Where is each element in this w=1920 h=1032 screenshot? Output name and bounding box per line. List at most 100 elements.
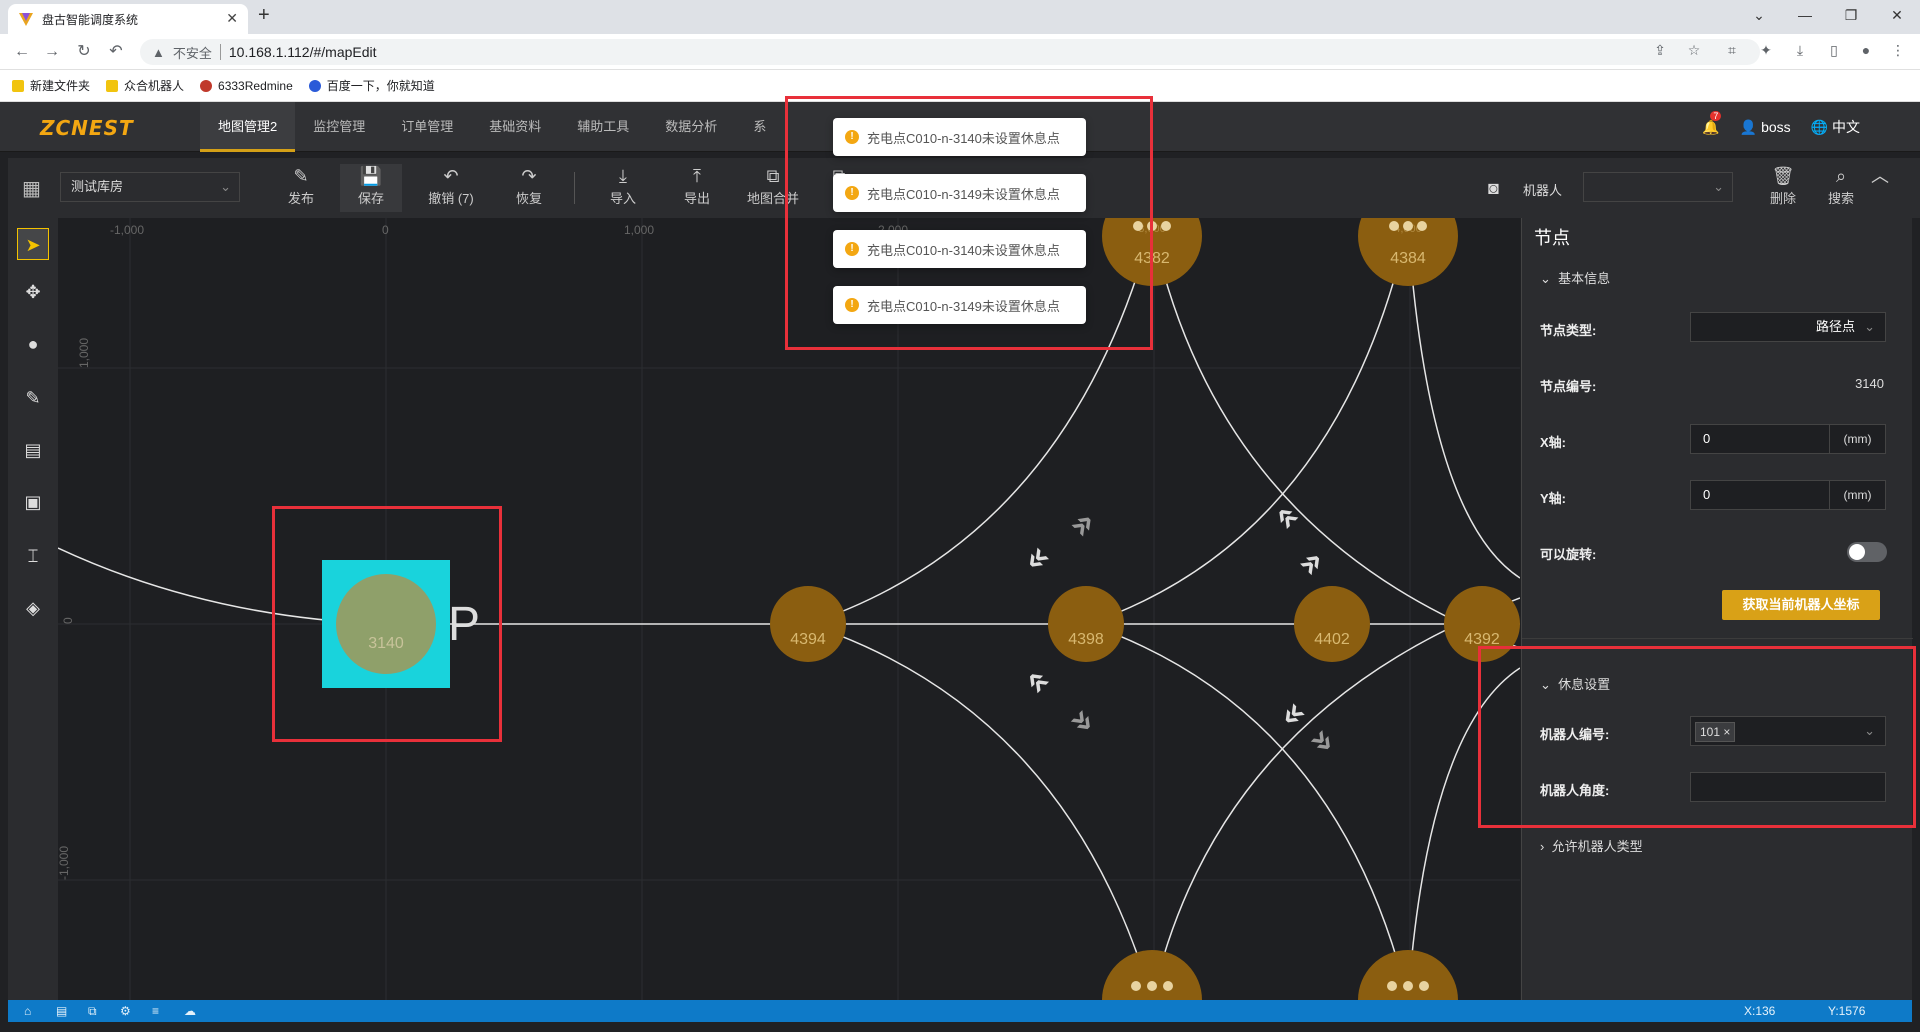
- menu-map-management[interactable]: 地图管理2: [200, 102, 296, 152]
- select-pointer-icon[interactable]: ➤: [17, 228, 49, 260]
- menu-orders[interactable]: 订单管理: [383, 102, 471, 152]
- x-axis-value: 0: [1703, 431, 1711, 446]
- warehouse-icon[interactable]: ⌂: [24, 1004, 31, 1018]
- x-axis-label: X轴:: [1540, 435, 1567, 450]
- collapse-button[interactable]: ︿: [1860, 164, 1900, 212]
- bookmark-item[interactable]: 新建文件夹: [12, 77, 90, 94]
- user-menu[interactable]: 👤 boss: [1740, 119, 1791, 136]
- section-label: 允许机器人类型: [1551, 839, 1643, 854]
- grid-area-icon[interactable]: ▤: [17, 434, 49, 466]
- status-bar: ⌂ ▤ ⧉ ⚙ ≡ ☁ X:136 Y:1576: [8, 1000, 1912, 1022]
- shelf-icon[interactable]: ▣: [17, 486, 49, 518]
- undo-label: 撤销 (7): [428, 191, 474, 206]
- redo-button[interactable]: ↷ 恢复: [498, 164, 560, 212]
- globe-icon: 🌐: [1810, 119, 1829, 135]
- bookmark-star-icon[interactable]: ☆: [1684, 42, 1704, 62]
- bookmark-item[interactable]: 众合机器人: [106, 77, 184, 94]
- language-switch[interactable]: 🌐 中文: [1811, 117, 1860, 137]
- node-circle-icon[interactable]: ●: [17, 328, 49, 360]
- cloud-icon[interactable]: ☁: [184, 1004, 196, 1018]
- node-type-select[interactable]: 路径点 ⌄: [1690, 312, 1886, 342]
- extensions-icon[interactable]: ✦: [1756, 42, 1776, 62]
- import-button[interactable]: ⤓ 导入: [592, 164, 654, 212]
- notification-badge: 7: [1710, 110, 1722, 121]
- logo: ZCNEST: [40, 116, 134, 140]
- y-axis-input[interactable]: 0 (mm): [1690, 480, 1886, 510]
- path-arrow-icon: »: [1060, 502, 1105, 547]
- node-dot: [1403, 221, 1413, 231]
- unit-label: (mm): [1829, 481, 1885, 509]
- browser-tab[interactable]: 盘古智能调度系统 ✕: [8, 4, 248, 34]
- save-button[interactable]: 💾 保存: [340, 164, 402, 212]
- back-icon[interactable]: ←: [10, 40, 34, 64]
- section-divider: [1522, 638, 1913, 639]
- bell-icon[interactable]: 🔔 7: [1702, 110, 1722, 136]
- crop-icon[interactable]: ⌗: [1722, 42, 1742, 62]
- move-icon[interactable]: ✥: [17, 276, 49, 308]
- menu-basic-data[interactable]: 基础资料: [471, 102, 559, 152]
- download-icon[interactable]: ⤓: [1790, 42, 1810, 62]
- restore-icon[interactable]: ❐: [1828, 0, 1874, 30]
- sidepanel-icon[interactable]: ▯: [1824, 42, 1844, 62]
- menu-aux-tools[interactable]: 辅助工具: [559, 102, 647, 152]
- undo-icon: ↶: [443, 166, 459, 186]
- node-type-label: 节点类型:: [1540, 323, 1597, 338]
- robot-select[interactable]: ⌄: [1583, 172, 1733, 202]
- home-icon[interactable]: ↶: [104, 40, 128, 64]
- layers-icon[interactable]: ⧉: [88, 1004, 97, 1019]
- share-icon[interactable]: ⇪: [1650, 42, 1670, 62]
- minimize-icon[interactable]: —: [1782, 0, 1828, 30]
- y-tick: -1,000: [58, 846, 71, 880]
- pen-path-icon[interactable]: ✎: [17, 382, 49, 414]
- profile-icon[interactable]: ●: [1856, 42, 1876, 62]
- menu-data-analysis[interactable]: 数据分析: [647, 102, 735, 152]
- bookmark-label: 6333Redmine: [218, 78, 293, 93]
- allowed-robot-types-section[interactable]: › 允许机器人类型: [1540, 836, 1643, 855]
- path-arrow-icon: »: [1060, 698, 1105, 743]
- rotate-toggle[interactable]: [1847, 542, 1887, 562]
- omnibox[interactable]: ▲ 不安全 10.168.1.112/#/mapEdit: [140, 39, 1760, 65]
- node-dot: [1147, 981, 1157, 991]
- shape-tool-icon[interactable]: ◈: [17, 592, 49, 624]
- publish-button[interactable]: ✎ 发布: [270, 164, 332, 212]
- map-node[interactable]: [1294, 586, 1370, 662]
- basic-info-section[interactable]: ⌄ 基本信息: [1540, 268, 1610, 287]
- delete-button[interactable]: 🗑 删除: [1752, 164, 1814, 212]
- node-dot: [1163, 981, 1173, 991]
- redmine-icon: [200, 79, 213, 92]
- export-button[interactable]: ⤒ 导出: [666, 164, 728, 212]
- bookmark-item[interactable]: 6333Redmine: [200, 79, 293, 93]
- bookmark-item[interactable]: 百度一下，你就知道: [308, 77, 435, 94]
- forward-icon[interactable]: →: [40, 40, 64, 64]
- map-select[interactable]: 测试库房 ⌄: [60, 172, 240, 202]
- x-axis-input[interactable]: 0 (mm): [1690, 424, 1886, 454]
- map-node[interactable]: [1358, 950, 1458, 1000]
- url-text[interactable]: 10.168.1.112/#/mapEdit: [229, 44, 377, 60]
- search-label: 搜索: [1827, 191, 1854, 206]
- menu-system[interactable]: 系: [735, 102, 784, 152]
- map-node[interactable]: [770, 586, 846, 662]
- new-tab-icon[interactable]: +: [258, 4, 270, 27]
- close-tab-icon[interactable]: ✕: [226, 10, 238, 27]
- tab-search-icon[interactable]: ⌄: [1736, 0, 1782, 30]
- delete-label: 删除: [1769, 191, 1796, 206]
- map-node[interactable]: [1048, 586, 1124, 662]
- get-robot-coord-button[interactable]: 获取当前机器人坐标: [1722, 590, 1880, 620]
- node-type-value: 路径点: [1815, 319, 1855, 334]
- doc-icon[interactable]: ▤: [56, 1004, 67, 1018]
- y-axis-value: 0: [1703, 487, 1711, 502]
- text-tool-icon[interactable]: ⌶: [17, 540, 49, 572]
- window-close-icon[interactable]: ✕: [1874, 0, 1920, 30]
- main-menu: 地图管理2 监控管理 订单管理 基础资料 辅助工具 数据分析 系: [200, 102, 784, 152]
- map-node[interactable]: [1102, 950, 1202, 1000]
- node-dot: [1387, 981, 1397, 991]
- undo-button[interactable]: ↶ 撤销 (7): [420, 164, 482, 212]
- cursor-y: Y:1576: [1828, 1004, 1866, 1018]
- menu-monitoring[interactable]: 监控管理: [295, 102, 383, 152]
- chevron-down-icon: ⌄: [1864, 319, 1875, 334]
- reload-icon[interactable]: ↻: [72, 40, 96, 64]
- settings-icon[interactable]: ⚙: [120, 1004, 131, 1018]
- node-label: 4402: [1314, 631, 1350, 648]
- list-icon[interactable]: ≡: [152, 1004, 159, 1018]
- more-menu-icon[interactable]: ⋮: [1888, 42, 1908, 62]
